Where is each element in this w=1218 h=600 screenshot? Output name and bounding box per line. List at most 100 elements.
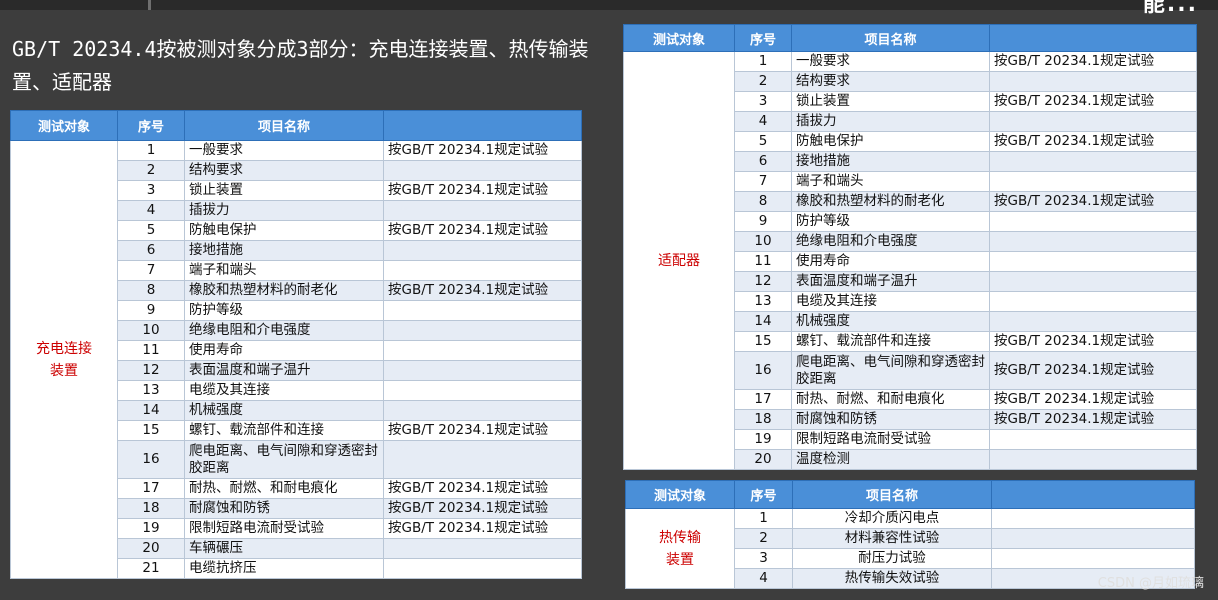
row-remark — [991, 508, 1195, 529]
row-remark — [989, 151, 1197, 172]
row-item-name: 锁止装置 — [791, 91, 990, 112]
row-item-name: 螺钉、载流部件和连接 — [791, 331, 990, 352]
row-remark — [989, 311, 1197, 332]
row-remark: 按GB/T 20234.1规定试验 — [989, 331, 1197, 352]
row-item-name: 电缆及其连接 — [184, 380, 384, 401]
row-remark: 按GB/T 20234.1规定试验 — [989, 389, 1197, 410]
row-remark — [989, 171, 1197, 192]
row-seq: 18 — [734, 409, 792, 430]
row-item-name: 耐压力试验 — [792, 548, 992, 569]
row-seq: 15 — [734, 331, 792, 352]
row-seq: 1 — [734, 508, 793, 529]
row-item-name: 爬电距离、电气间隙和穿透密封胶距离 — [184, 440, 384, 479]
row-remark — [383, 300, 582, 321]
row-seq: 8 — [117, 280, 185, 301]
row-seq: 4 — [117, 200, 185, 221]
row-item-name: 耐腐蚀和防锈 — [184, 498, 384, 519]
col-header-object: 测试对象 — [10, 110, 118, 141]
row-seq: 11 — [734, 251, 792, 272]
row-item-name: 冷却介质闪电点 — [792, 508, 992, 529]
row-seq: 1 — [734, 51, 792, 72]
row-remark — [991, 528, 1195, 549]
row-seq: 20 — [734, 449, 792, 470]
row-remark: 按GB/T 20234.1规定试验 — [383, 420, 582, 441]
row-seq: 20 — [117, 538, 185, 559]
row-seq: 6 — [117, 240, 185, 261]
row-seq: 3 — [734, 91, 792, 112]
row-item-name: 材料兼容性试验 — [792, 528, 992, 549]
row-remark — [383, 440, 582, 479]
row-seq: 10 — [117, 320, 185, 341]
table-body: 充电连接 装置 1 一般要求 按GB/T 20234.1规定试验 2 结构要求 3 锁止装置 按G… — [10, 140, 582, 579]
charging-connector-test-table: 测试对象 序号 项目名称 充电连接 装置 1 一般要求 按GB/T 20234.1规定试… — [10, 110, 582, 579]
table-header-row: 测试对象 序号 项目名称 — [625, 480, 1195, 509]
row-seq: 11 — [117, 340, 185, 361]
row-seq: 5 — [734, 131, 792, 152]
top-bar-accent — [148, 0, 151, 10]
row-remark — [989, 449, 1197, 470]
row-item-name: 机械强度 — [184, 400, 384, 421]
col-header-remark — [991, 480, 1195, 509]
row-seq: 13 — [734, 291, 792, 312]
row-item-name: 表面温度和端子温升 — [184, 360, 384, 381]
row-item-name: 机械强度 — [791, 311, 990, 332]
row-remark: 按GB/T 20234.1规定试验 — [383, 280, 582, 301]
intro-text: GB/T 20234.4按被测对象分成3部分：充电连接装置、热传输装置、适配器 — [12, 37, 589, 94]
test-object-line: 装置 — [50, 362, 78, 379]
row-remark: 按GB/T 20234.1规定试验 — [989, 91, 1197, 112]
row-remark — [989, 231, 1197, 252]
row-item-name: 电缆抗挤压 — [184, 558, 384, 579]
row-item-name: 一般要求 — [791, 51, 990, 72]
row-item-name: 爬电距离、电气间隙和穿透密封胶距离 — [791, 351, 990, 390]
row-item-name: 使用寿命 — [184, 340, 384, 361]
row-remark — [989, 111, 1197, 132]
row-seq: 18 — [117, 498, 185, 519]
row-seq: 12 — [117, 360, 185, 381]
row-remark: 按GB/T 20234.1规定试验 — [383, 140, 582, 161]
row-seq: 3 — [734, 548, 793, 569]
slide-top-bar: 能... — [0, 0, 1218, 17]
row-remark — [989, 291, 1197, 312]
table-header-row: 测试对象 序号 项目名称 — [623, 24, 1197, 52]
test-object-line: 热传输 — [659, 529, 701, 546]
table-header-row: 测试对象 序号 项目名称 — [10, 110, 582, 141]
col-header-object: 测试对象 — [623, 24, 735, 52]
test-object-line: 充电连接 — [36, 340, 92, 357]
row-remark: 按GB/T 20234.1规定试验 — [989, 131, 1197, 152]
col-header-remark — [383, 110, 582, 141]
row-seq: 4 — [734, 568, 793, 589]
row-remark — [989, 271, 1197, 292]
test-object-label: 适配器 — [658, 252, 700, 269]
row-item-name: 耐热、耐燃、和耐电痕化 — [791, 389, 990, 410]
row-remark — [383, 260, 582, 281]
row-item-name: 插拔力 — [791, 111, 990, 132]
row-remark — [989, 251, 1197, 272]
row-seq: 19 — [117, 518, 185, 539]
row-remark — [383, 558, 582, 579]
row-item-name: 一般要求 — [184, 140, 384, 161]
row-remark — [989, 71, 1197, 92]
row-item-name: 表面温度和端子温升 — [791, 271, 990, 292]
row-remark — [991, 548, 1195, 569]
row-item-name: 限制短路电流耐受试验 — [184, 518, 384, 539]
row-seq: 17 — [117, 478, 185, 499]
test-object-cell: 适配器 — [623, 51, 735, 470]
row-seq: 16 — [117, 440, 185, 479]
row-item-name: 防触电保护 — [184, 220, 384, 241]
row-seq: 15 — [117, 420, 185, 441]
row-seq: 6 — [734, 151, 792, 172]
row-remark — [383, 160, 582, 181]
adapter-test-table: 测试对象 序号 项目名称 适配器 1 一般要求 按GB/T 20234.1规定试验 2 结… — [623, 24, 1197, 470]
test-object-line: 装置 — [666, 551, 694, 568]
slide-title-clipped: 能... — [1142, 0, 1198, 17]
row-seq: 9 — [734, 211, 792, 232]
col-header-seq: 序号 — [734, 480, 793, 509]
row-item-name: 螺钉、载流部件和连接 — [184, 420, 384, 441]
row-item-name: 结构要求 — [184, 160, 384, 181]
row-item-name: 橡胶和热塑材料的耐老化 — [791, 191, 990, 212]
col-header-object: 测试对象 — [625, 480, 735, 509]
row-seq: 1 — [117, 140, 185, 161]
row-item-name: 使用寿命 — [791, 251, 990, 272]
row-seq: 12 — [734, 271, 792, 292]
row-seq: 17 — [734, 389, 792, 410]
